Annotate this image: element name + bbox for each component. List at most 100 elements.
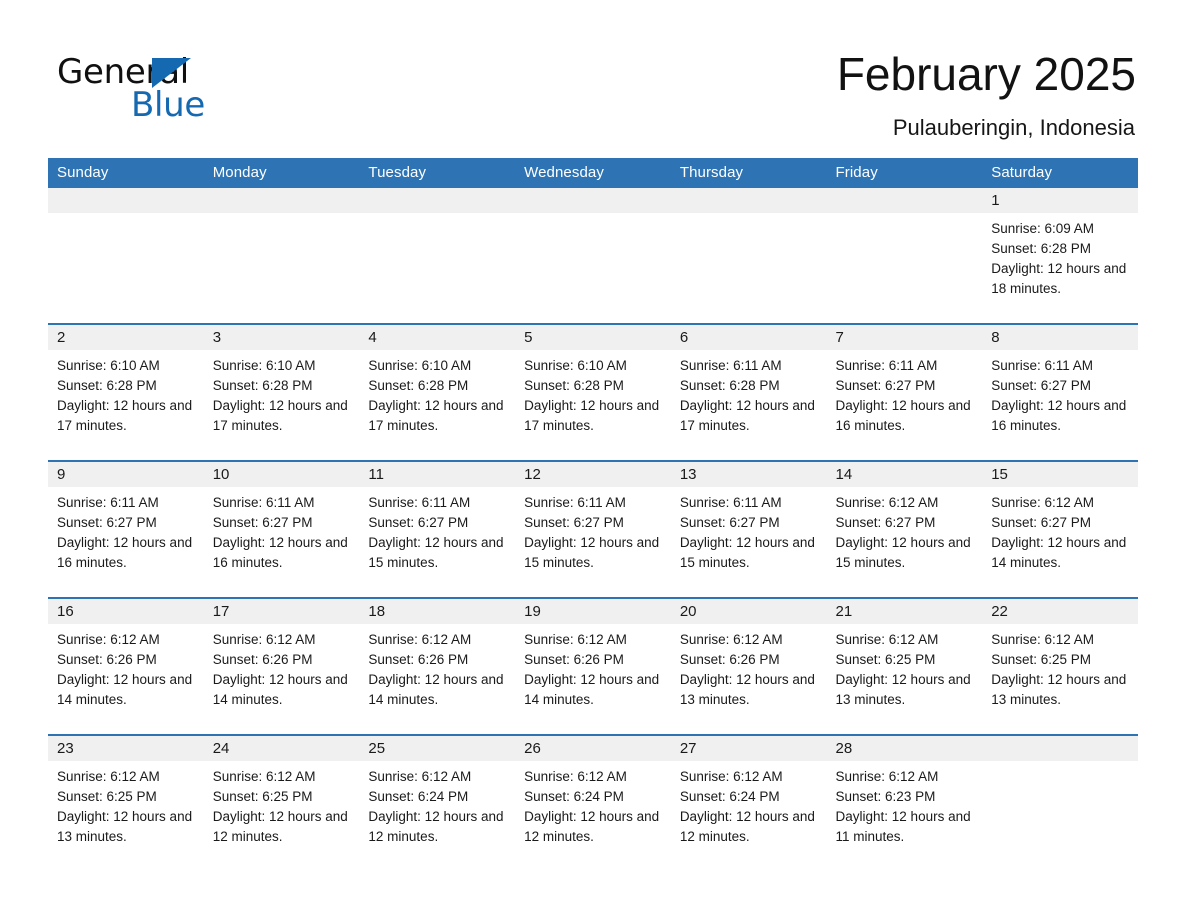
sunrise-text: Sunrise: 6:10 AM xyxy=(524,358,627,373)
calendar-day-cell[interactable]: 3 Sunrise: 6:10 AM Sunset: 6:28 PM Daylight… xyxy=(203,323,360,461)
sunrise-text: Sunrise: 6:12 AM xyxy=(679,769,783,784)
day-details: Sunrise: 6:11 AM Sunset: 6:27 PM Daylight:… xyxy=(827,350,983,436)
sunrise-text: Sunrise: 6:11 AM xyxy=(368,495,471,510)
calendar-day-cell[interactable]: 19 Sunrise: 6:12 AM Sunset: 6:26 PM Dayligh… xyxy=(515,597,671,735)
calendar-day-cell[interactable]: 17 Sunrise: 6:12 AM Sunset: 6:26 PM Dayligh… xyxy=(203,597,360,735)
daylight-text: Daylight: 12 hours and 11 minutes. xyxy=(835,809,971,844)
daylight-text: Daylight: 12 hours and 12 minutes. xyxy=(368,809,504,844)
sunset-text: Sunset: 6:26 PM xyxy=(524,652,624,667)
day-number: 2 xyxy=(48,325,204,350)
calendar-day-cell[interactable]: 11 Sunrise: 6:11 AM Sunset: 6:27 PM Dayligh… xyxy=(359,460,516,598)
calendar-day-cell[interactable]: 21 Sunrise: 6:12 AM Sunset: 6:25 PM Dayligh… xyxy=(826,597,983,735)
sunset-text: Sunset: 6:28 PM xyxy=(679,378,780,393)
day-number: 21 xyxy=(826,599,983,624)
calendar-day-cell[interactable]: 13 Sunrise: 6:11 AM Sunset: 6:27 PM Dayligh… xyxy=(670,460,827,598)
sunrise-text: Sunrise: 6:12 AM xyxy=(524,769,627,784)
sunrise-text: Sunrise: 6:12 AM xyxy=(212,769,316,784)
sunrise-text: Sunrise: 6:12 AM xyxy=(835,769,939,784)
sunset-text: Sunset: 6:24 PM xyxy=(368,789,469,804)
calendar-day-cell[interactable]: 27 Sunrise: 6:12 AM Sunset: 6:24 PM Dayligh… xyxy=(670,734,827,871)
calendar-day-cell[interactable]: 1 Sunrise: 6:09 AM Sunset: 6:28 PM Daylight… xyxy=(982,188,1138,324)
calendar-day-cell[interactable]: 28 Sunrise: 6:12 AM Sunset: 6:23 PM Dayligh… xyxy=(826,734,983,871)
day-details: Sunrise: 6:10 AM Sunset: 6:28 PM Daylight:… xyxy=(515,350,671,436)
day-number: 10 xyxy=(203,462,360,487)
generalblue-logo[interactable]: General Blue xyxy=(57,52,317,125)
logo-triangle-icon xyxy=(152,58,191,88)
daylight-text: Daylight: 12 hours and 12 minutes. xyxy=(212,809,348,844)
day-details: Sunrise: 6:12 AM Sunset: 6:26 PM Daylight:… xyxy=(204,624,360,710)
daylight-text: Daylight: 12 hours and 17 minutes. xyxy=(57,398,193,433)
day-details: Sunrise: 6:12 AM Sunset: 6:24 PM Daylight:… xyxy=(515,761,671,847)
calendar-day-cell[interactable]: 20 Sunrise: 6:12 AM Sunset: 6:26 PM Dayligh… xyxy=(670,597,827,735)
daylight-text: Daylight: 12 hours and 16 minutes. xyxy=(212,535,348,570)
day-details: Sunrise: 6:10 AM Sunset: 6:28 PM Daylight:… xyxy=(48,350,204,436)
day-number: 11 xyxy=(359,462,516,487)
sunrise-text: Sunrise: 6:11 AM xyxy=(57,495,159,510)
sunset-text: Sunset: 6:26 PM xyxy=(679,652,780,667)
calendar-day-cell[interactable]: 4 Sunrise: 6:10 AM Sunset: 6:28 PM Daylight… xyxy=(359,323,516,461)
calendar-week-row: 2 Sunrise: 6:10 AM Sunset: 6:28 PM Daylight… xyxy=(48,323,1138,461)
calendar-day-cell[interactable]: 26 Sunrise: 6:12 AM Sunset: 6:24 PM Dayligh… xyxy=(515,734,671,871)
calendar-day-cell[interactable]: 15 Sunrise: 6:12 AM Sunset: 6:27 PM Dayligh… xyxy=(982,460,1138,598)
day-details: Sunrise: 6:12 AM Sunset: 6:24 PM Daylight:… xyxy=(671,761,827,847)
sunset-text: Sunset: 6:28 PM xyxy=(991,241,1092,256)
day-number xyxy=(359,188,516,213)
calendar-day-cell[interactable]: 9 Sunrise: 6:11 AM Sunset: 6:27 PM Daylight… xyxy=(48,460,204,598)
sunset-text: Sunset: 6:27 PM xyxy=(524,515,624,530)
calendar-grid: Sunday Monday Tuesday Wednesday Thursday… xyxy=(48,158,1138,871)
calendar-day-cell[interactable]: 16 Sunrise: 6:12 AM Sunset: 6:26 PM Dayligh… xyxy=(48,597,204,735)
sunset-text: Sunset: 6:27 PM xyxy=(679,515,780,530)
day-number: 7 xyxy=(826,325,983,350)
weekday-header-monday: Monday xyxy=(203,158,360,188)
calendar-day-cell[interactable]: 25 Sunrise: 6:12 AM Sunset: 6:24 PM Dayligh… xyxy=(359,734,516,871)
calendar-day-cell[interactable]: 5 Sunrise: 6:10 AM Sunset: 6:28 PM Daylight… xyxy=(515,323,671,461)
calendar-day-cell[interactable]: 23 Sunrise: 6:12 AM Sunset: 6:25 PM Dayligh… xyxy=(48,734,204,871)
calendar-week-row: 23 Sunrise: 6:12 AM Sunset: 6:25 PM Dayligh… xyxy=(48,734,1138,871)
weekday-header-saturday: Saturday xyxy=(982,158,1138,188)
day-details: Sunrise: 6:12 AM Sunset: 6:25 PM Daylight:… xyxy=(982,624,1138,710)
sunset-text: Sunset: 6:28 PM xyxy=(212,378,313,393)
day-details: Sunrise: 6:11 AM Sunset: 6:27 PM Daylight:… xyxy=(515,487,671,573)
calendar-day-cell-empty xyxy=(670,188,827,324)
sunset-text: Sunset: 6:27 PM xyxy=(57,515,157,530)
sunrise-text: Sunrise: 6:12 AM xyxy=(368,632,472,647)
sunset-text: Sunset: 6:23 PM xyxy=(835,789,936,804)
daylight-text: Daylight: 12 hours and 14 minutes. xyxy=(991,535,1127,570)
calendar-day-cell[interactable]: 14 Sunrise: 6:12 AM Sunset: 6:27 PM Dayligh… xyxy=(826,460,983,598)
day-details: Sunrise: 6:12 AM Sunset: 6:26 PM Daylight:… xyxy=(48,624,204,710)
day-details: Sunrise: 6:12 AM Sunset: 6:26 PM Daylight:… xyxy=(671,624,827,710)
calendar-day-cell[interactable]: 7 Sunrise: 6:11 AM Sunset: 6:27 PM Daylight… xyxy=(826,323,983,461)
daylight-text: Daylight: 12 hours and 13 minutes. xyxy=(991,672,1127,707)
daylight-text: Daylight: 12 hours and 14 minutes. xyxy=(57,672,193,707)
sunrise-text: Sunrise: 6:12 AM xyxy=(835,495,939,510)
calendar-day-cell[interactable]: 24 Sunrise: 6:12 AM Sunset: 6:25 PM Dayligh… xyxy=(203,734,360,871)
calendar-week-row: 1 Sunrise: 6:09 AM Sunset: 6:28 PM Daylight… xyxy=(48,188,1138,324)
sunset-text: Sunset: 6:27 PM xyxy=(991,515,1092,530)
calendar-table: Sunday Monday Tuesday Wednesday Thursday… xyxy=(48,158,1138,871)
day-number: 1 xyxy=(982,188,1138,213)
sunrise-text: Sunrise: 6:12 AM xyxy=(212,632,316,647)
sunrise-text: Sunrise: 6:12 AM xyxy=(368,769,472,784)
day-number: 8 xyxy=(982,325,1138,350)
sunset-text: Sunset: 6:25 PM xyxy=(835,652,936,667)
sunset-text: Sunset: 6:28 PM xyxy=(524,378,624,393)
calendar-day-cell[interactable]: 2 Sunrise: 6:10 AM Sunset: 6:28 PM Daylight… xyxy=(48,323,204,461)
sunset-text: Sunset: 6:28 PM xyxy=(368,378,469,393)
weekday-header-tuesday: Tuesday xyxy=(359,158,516,188)
daylight-text: Daylight: 12 hours and 18 minutes. xyxy=(991,261,1127,296)
day-number: 19 xyxy=(515,599,671,624)
sunrise-text: Sunrise: 6:12 AM xyxy=(679,632,783,647)
calendar-day-cell[interactable]: 10 Sunrise: 6:11 AM Sunset: 6:27 PM Dayligh… xyxy=(203,460,360,598)
sunrise-text: Sunrise: 6:10 AM xyxy=(368,358,472,373)
sunrise-text: Sunrise: 6:11 AM xyxy=(212,495,315,510)
calendar-day-cell[interactable]: 6 Sunrise: 6:11 AM Sunset: 6:28 PM Daylight… xyxy=(670,323,827,461)
calendar-day-cell[interactable]: 12 Sunrise: 6:11 AM Sunset: 6:27 PM Dayligh… xyxy=(515,460,671,598)
day-details: Sunrise: 6:11 AM Sunset: 6:27 PM Daylight:… xyxy=(204,487,360,573)
calendar-weekday-header-row: Sunday Monday Tuesday Wednesday Thursday… xyxy=(48,158,1138,188)
calendar-day-cell[interactable]: 22 Sunrise: 6:12 AM Sunset: 6:25 PM Dayligh… xyxy=(982,597,1138,735)
calendar-day-cell[interactable]: 8 Sunrise: 6:11 AM Sunset: 6:27 PM Daylight… xyxy=(982,323,1138,461)
calendar-day-cell[interactable]: 18 Sunrise: 6:12 AM Sunset: 6:26 PM Dayligh… xyxy=(359,597,516,735)
sunrise-text: Sunrise: 6:10 AM xyxy=(212,358,316,373)
calendar-body: 1 Sunrise: 6:09 AM Sunset: 6:28 PM Daylight… xyxy=(48,188,1138,871)
day-number: 12 xyxy=(515,462,671,487)
